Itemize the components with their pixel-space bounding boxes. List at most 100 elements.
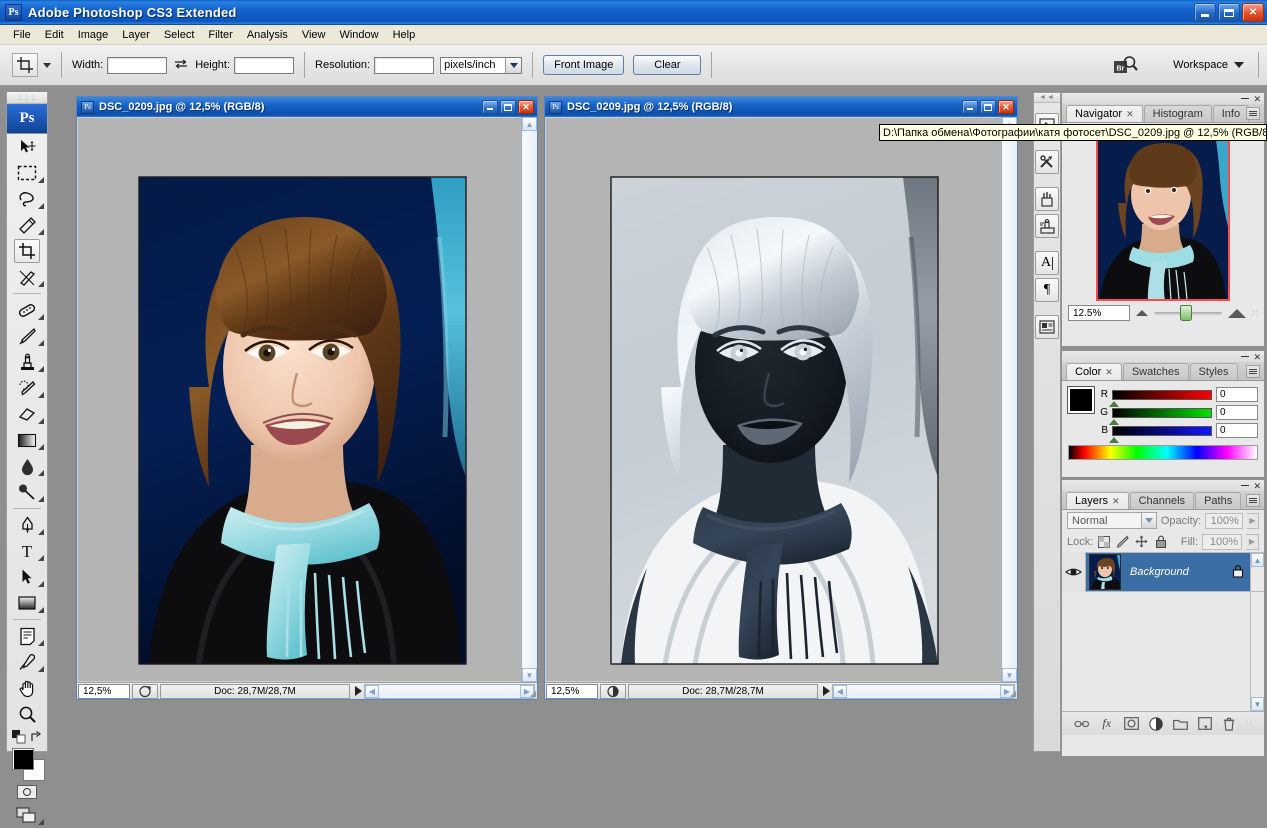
foreground-color-swatch[interactable] — [12, 748, 34, 770]
resolution-units-select[interactable]: pixels/inch — [440, 56, 523, 74]
height-input[interactable] — [234, 56, 295, 74]
clone-stamp-tool[interactable] — [7, 349, 47, 375]
lock-transparent-pixels-icon[interactable] — [1097, 535, 1110, 548]
character-panel-icon[interactable]: A — [1035, 251, 1059, 275]
link-layers-icon[interactable] — [1074, 716, 1090, 732]
navigator-panel-menu-icon[interactable] — [1246, 107, 1260, 120]
collapse-icon[interactable] — [1241, 356, 1250, 357]
layer-row-background[interactable]: Background ▲ — [1062, 552, 1264, 592]
b-value[interactable]: 0 — [1216, 423, 1258, 438]
paragraph-panel-icon[interactable]: ¶ — [1035, 278, 1059, 302]
close-icon[interactable]: ✕ — [1253, 94, 1261, 103]
doc-minimize-button-right[interactable] — [962, 100, 978, 114]
tab-histogram[interactable]: Histogram — [1143, 105, 1212, 122]
tab-paths[interactable]: Paths — [1195, 492, 1242, 509]
swap-arrows-icon[interactable] — [174, 58, 188, 73]
close-button[interactable]: ✕ — [1242, 3, 1264, 22]
resize-grip-left[interactable]: ◢ — [530, 689, 536, 698]
layers-list-scrollbar[interactable]: ▲ — [1250, 553, 1264, 591]
dodge-tool[interactable] — [7, 479, 47, 505]
menu-item-layer[interactable]: Layer — [115, 27, 157, 43]
new-adjustment-layer-icon[interactable] — [1148, 716, 1164, 732]
zoom-out-icon[interactable] — [1136, 310, 1148, 316]
menu-item-window[interactable]: Window — [332, 27, 385, 43]
tab-channels[interactable]: Channels — [1129, 492, 1195, 509]
brush-tool[interactable] — [7, 323, 47, 349]
menu-item-edit[interactable]: Edit — [38, 27, 71, 43]
menu-item-help[interactable]: Help — [386, 27, 423, 43]
tab-swatches[interactable]: Swatches — [1122, 363, 1189, 380]
chevron-down-icon[interactable] — [1140, 513, 1156, 528]
crop-tool[interactable] — [14, 239, 40, 263]
opacity-value[interactable]: 100% — [1205, 512, 1243, 529]
zoom-level-left[interactable]: 12,5% — [78, 683, 130, 699]
close-icon[interactable]: ✕ — [1253, 352, 1261, 361]
tab-layers[interactable]: Layers ✕ — [1066, 492, 1129, 509]
status-menu-arrow-icon[interactable] — [823, 686, 830, 696]
tab-close-icon[interactable]: ✕ — [1112, 496, 1120, 507]
slice-tool[interactable] — [7, 264, 47, 290]
menu-item-view[interactable]: View — [295, 27, 333, 43]
lock-image-pixels-icon[interactable] — [1116, 535, 1130, 548]
document-canvas-right[interactable] — [546, 118, 1002, 681]
color-panel-swatches[interactable] — [1067, 386, 1110, 429]
new-group-icon[interactable] — [1172, 716, 1188, 732]
layer-thumbnail[interactable] — [1089, 554, 1121, 590]
navigator-thumbnail[interactable] — [1096, 129, 1230, 301]
document-window-right[interactable]: Ps DSC_0209.jpg @ 12,5% (RGB/8) ✕ ▼ 12,5… — [544, 96, 1018, 700]
b-slider-knob[interactable] — [1109, 436, 1119, 443]
width-input[interactable] — [107, 56, 168, 74]
r-value[interactable]: 0 — [1216, 387, 1258, 402]
tab-close-icon[interactable]: ✕ — [1126, 109, 1134, 120]
gradient-tool[interactable] — [7, 427, 47, 453]
menu-item-analysis[interactable]: Analysis — [240, 27, 295, 43]
status-menu-arrow-icon[interactable] — [355, 686, 362, 696]
tool-preset-chevron-icon[interactable] — [43, 62, 51, 68]
vertical-scrollbar-left[interactable]: ▲ ▼ — [521, 117, 537, 682]
toolbox-drag-handle[interactable]: : : : — [7, 92, 47, 104]
horizontal-type-tool[interactable]: T — [7, 538, 47, 564]
color-panel-menu-icon[interactable] — [1246, 365, 1260, 378]
panel-resize-grip[interactable]: : : — [1252, 310, 1258, 317]
crop-tool-icon[interactable] — [12, 53, 38, 77]
layer-style-fx-icon[interactable]: fx — [1099, 716, 1115, 732]
navigator-zoom-slider-knob[interactable] — [1179, 304, 1192, 321]
horizontal-scrollbar-left[interactable]: ◀ ▶ — [364, 683, 535, 699]
vertical-scroll-track-right[interactable] — [1002, 131, 1017, 668]
layer-comps-panel-icon[interactable] — [1035, 315, 1059, 339]
doc-minimize-button-left[interactable] — [482, 100, 498, 114]
doc-close-button-left[interactable]: ✕ — [518, 100, 534, 114]
layer-visibility-toggle[interactable] — [1062, 552, 1086, 592]
tab-navigator[interactable]: Navigator ✕ — [1066, 105, 1143, 122]
screen-mode-button[interactable] — [7, 802, 47, 828]
menu-item-image[interactable]: Image — [71, 27, 116, 43]
notes-tool[interactable] — [7, 623, 47, 649]
swap-colors-icon[interactable] — [30, 730, 43, 743]
zoom-level-right[interactable]: 12,5% — [546, 683, 598, 699]
scroll-left-arrow-icon[interactable]: ◀ — [833, 684, 847, 698]
layers-panel-topbar[interactable]: ✕ — [1062, 480, 1264, 491]
quick-mask-mode-button[interactable] — [7, 782, 47, 802]
g-slider-track[interactable] — [1109, 407, 1212, 425]
tab-styles[interactable]: Styles — [1189, 363, 1238, 380]
hand-tool[interactable] — [7, 675, 47, 701]
fill-value[interactable]: 100% — [1202, 533, 1242, 550]
doc-maximize-button-right[interactable] — [980, 100, 996, 114]
front-image-button[interactable]: Front Image — [543, 55, 625, 75]
history-brush-tool[interactable] — [7, 375, 47, 401]
brushes-panel-icon[interactable] — [1035, 187, 1059, 211]
scroll-down-arrow-icon[interactable]: ▼ — [522, 668, 537, 682]
layer-name[interactable]: Background — [1130, 566, 1189, 578]
bridge-icon[interactable]: Br — [1113, 54, 1139, 76]
menu-item-select[interactable]: Select — [157, 27, 202, 43]
spot-healing-brush-tool[interactable] — [7, 297, 47, 323]
document-profile-icon[interactable] — [600, 683, 626, 699]
rectangular-marquee-tool[interactable] — [7, 160, 47, 186]
color-swatches[interactable] — [7, 746, 47, 782]
panel-resize-grip[interactable]: : : — [1246, 720, 1252, 727]
scroll-up-arrow-icon[interactable]: ▲ — [522, 117, 537, 131]
r-slider-knob[interactable] — [1109, 400, 1119, 407]
navigator-zoom-input[interactable]: 12.5% — [1068, 305, 1130, 321]
blur-tool[interactable] — [7, 453, 47, 479]
document-canvas-left[interactable] — [78, 118, 522, 681]
